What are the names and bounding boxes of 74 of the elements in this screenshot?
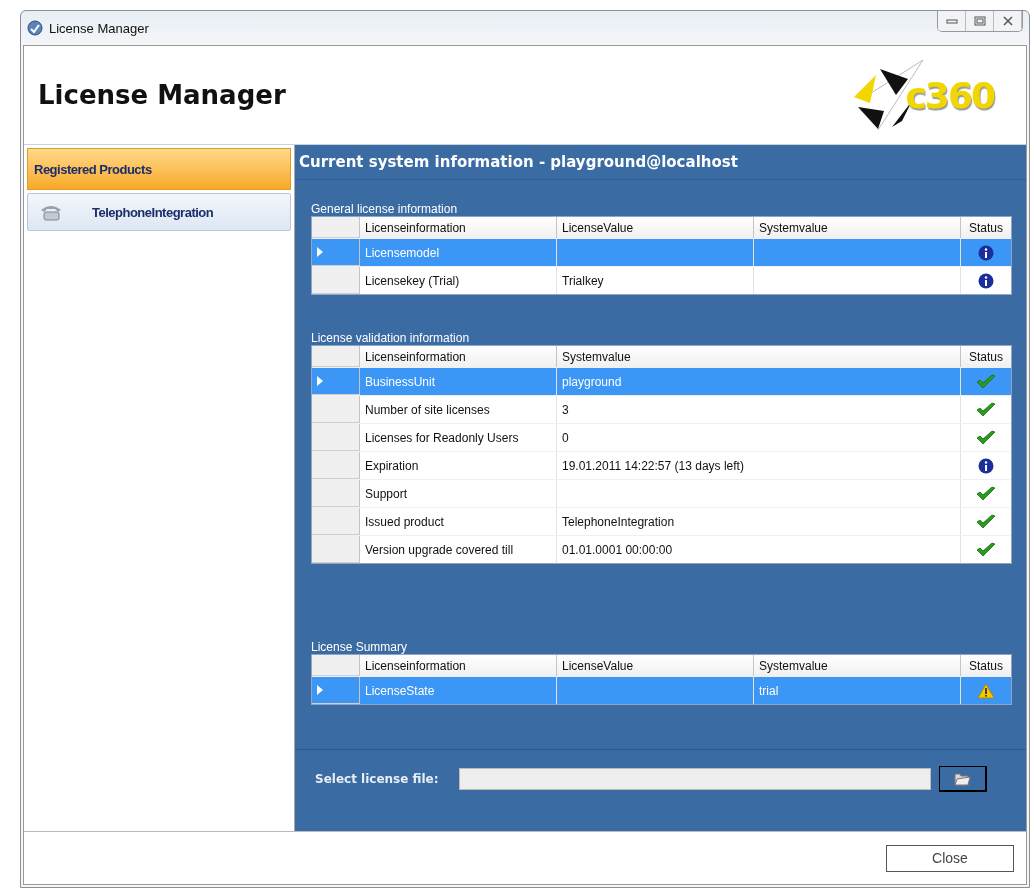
- table-row[interactable]: Issued product TelephoneIntegration: [312, 507, 1011, 535]
- sidebar-item[interactable]: TelephoneIntegration: [27, 193, 291, 231]
- file-path-field[interactable]: [458, 768, 931, 790]
- table-cell: Trialkey: [562, 273, 604, 288]
- table-cell: Licensekey (Trial): [365, 273, 460, 288]
- window-title: License Manager: [49, 20, 149, 36]
- row-selector[interactable]: [312, 536, 360, 563]
- app-icon: [27, 20, 43, 36]
- table-row[interactable]: Number of site licenses 3: [312, 395, 1011, 423]
- table-cell: 01.01.0001 00:00:00: [562, 542, 673, 557]
- table-cell: Licensemodel: [365, 245, 440, 260]
- table-caption: License validation information: [311, 331, 470, 345]
- table-cell: LicenseState: [365, 683, 435, 698]
- row-selector[interactable]: [312, 368, 360, 395]
- table-cell: trial: [759, 683, 779, 698]
- table-cell: Issued product: [365, 514, 444, 529]
- minimize-icon: [945, 17, 958, 25]
- table-row[interactable]: Licenses for Readonly Users 0: [312, 423, 1011, 451]
- panel-title: Current system information - playground@localhost: [295, 145, 1026, 180]
- table-cell: Expiration: [365, 458, 419, 473]
- table-cell: TelephoneIntegration: [562, 514, 675, 529]
- row-selector[interactable]: [312, 452, 360, 479]
- table-row[interactable]: Licensekey (Trial) Trialkey: [312, 266, 1011, 294]
- table-cell: Version upgrade covered till: [365, 542, 514, 557]
- column-header[interactable]: Status: [961, 655, 1011, 676]
- row-selector[interactable]: [312, 396, 360, 423]
- row-pointer-icon: [317, 685, 323, 695]
- row-selector[interactable]: [312, 480, 360, 507]
- row-selector[interactable]: [312, 508, 360, 535]
- column-header[interactable]: Status: [961, 346, 1011, 367]
- checkmark-icon: [976, 541, 996, 558]
- warning-icon: [977, 682, 995, 699]
- checkmark-icon: [976, 373, 996, 390]
- row-selector[interactable]: [312, 424, 360, 451]
- table-cell: playground: [562, 374, 622, 389]
- row-pointer-icon: [317, 247, 323, 257]
- table-cell: 19.01.2011 14:22:57 (13 days left): [562, 458, 744, 473]
- grid-corner: [312, 217, 360, 238]
- sidebar-group-header[interactable]: Registered Products: [27, 148, 291, 190]
- info-icon: [978, 457, 994, 474]
- checkmark-icon: [976, 401, 996, 418]
- minimize-button[interactable]: [938, 11, 966, 31]
- table-row[interactable]: Support: [312, 479, 1011, 507]
- grid-corner: [312, 346, 360, 367]
- checkmark-icon: [976, 513, 996, 530]
- table-caption: General license information: [311, 202, 458, 216]
- browse-button[interactable]: [938, 766, 987, 792]
- row-selector[interactable]: [312, 239, 360, 266]
- row-selector[interactable]: [312, 267, 360, 294]
- checkmark-icon: [976, 429, 996, 446]
- info-icon: [978, 272, 994, 289]
- grid-corner: [312, 655, 360, 676]
- checkmark-icon: [976, 485, 996, 502]
- table-cell: Licenses for Readonly Users: [365, 430, 519, 445]
- close-icon: [1001, 16, 1014, 26]
- table-caption: License Summary: [311, 640, 408, 654]
- maximize-icon: [973, 16, 986, 26]
- folder-icon: [953, 770, 971, 787]
- table-cell: Number of site licenses: [365, 402, 490, 417]
- app-title: License Manager: [38, 80, 286, 110]
- table-cell: 3: [562, 402, 569, 417]
- table-cell: Support: [365, 486, 408, 501]
- close-dialog-button[interactable]: Close: [886, 844, 1014, 872]
- column-header[interactable]: Status: [961, 217, 1011, 238]
- field-label: Select license file:: [315, 772, 439, 786]
- table-cell: BusinessUnit: [365, 374, 436, 389]
- info-icon: [978, 244, 994, 261]
- logo-text: c360: [905, 74, 994, 116]
- close-button[interactable]: [994, 11, 1022, 31]
- table-row[interactable]: Version upgrade covered till 01.01.0001 00:00:00: [312, 535, 1011, 563]
- table-row[interactable]: Expiration 19.01.2011 14:22:57 (13 days left): [312, 451, 1011, 479]
- row-pointer-icon: [317, 376, 323, 386]
- table-cell: 0: [562, 430, 569, 445]
- row-selector[interactable]: [312, 677, 360, 704]
